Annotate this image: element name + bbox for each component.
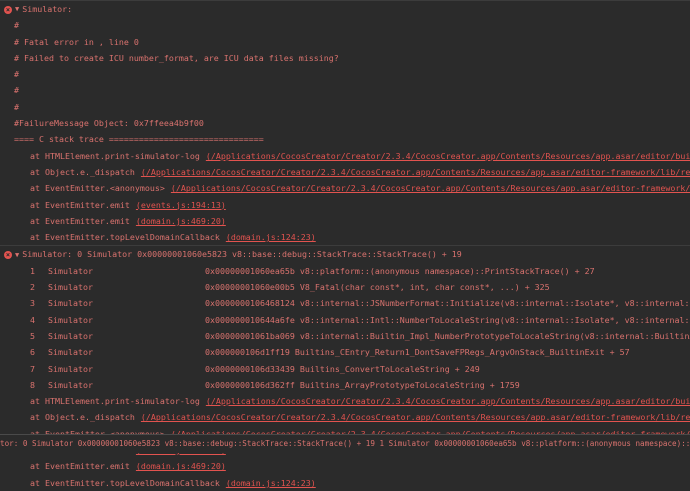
frame-number: 7 — [30, 363, 35, 374]
trace-source-link[interactable]: (domain.js:469:20) — [136, 461, 226, 471]
frame-detail: 0x00000001061ba069 v8::internal::Builtin… — [205, 330, 690, 341]
frame-module: Simulator — [48, 379, 93, 390]
trace-line: at EventEmitter.<anonymous> (/Application… — [0, 180, 690, 196]
frame-detail: 0x00000001060ea65b v8::platform::(anonym… — [205, 265, 595, 276]
trace-line: at Object.e._dispatch (/Applications/Coco… — [0, 164, 690, 180]
trace-fn: at EventEmitter.<anonymous> — [30, 183, 165, 194]
stack-frame: 3 Simulator 0x0000000106468124 v8::interna… — [0, 295, 690, 311]
frame-detail: 0x0000000106d33439 Builtins_ConvertToLoc… — [205, 363, 480, 374]
trace-line: at EventEmitter.emit (events.js:194:13) — [0, 197, 690, 213]
frame-number: 6 — [30, 347, 35, 358]
frame-number: 4 — [30, 314, 35, 325]
log-entry-error-2[interactable]: × ▼ Simulator: 0 Simulator 0x00000001060e5… — [0, 245, 690, 490]
trace-fn: at EventEmitter.topLevelDomainCallback — [30, 232, 220, 243]
log-line: ==== C stack trace =====================… — [14, 134, 264, 145]
trace-source-link[interactable]: (domain.js:469:20) — [136, 216, 226, 226]
frame-detail: 0x000000106d1ff19 Builtins_CEntry_Return… — [205, 347, 630, 358]
trace-source-link[interactable]: (/Applications/CocosCreator/Creator/2.3.… — [206, 151, 690, 161]
trace-source-link[interactable]: (domain.js:124:23) — [226, 232, 316, 242]
frame-module: Simulator — [48, 314, 93, 325]
stack-frame: 6 Simulator 0x000000106d1ff19 Builtins_CEn… — [0, 344, 690, 360]
trace-fn: at EventEmitter.emit — [30, 215, 130, 226]
trace-line: at EventEmitter.emit (domain.js:469:20) — [0, 458, 690, 474]
error-icon: × — [4, 250, 12, 259]
frame-detail: 0x000000010644a6fe v8::internal::Intl::N… — [205, 314, 690, 325]
trace-fn: at EventEmitter.emit — [30, 199, 130, 210]
log-entry-error-1[interactable]: × ▼ Simulator: # # Fatal error in , line 0… — [0, 0, 690, 245]
trace-source-link[interactable]: (/Applications/CocosCreator/Creator/2.3.… — [206, 396, 690, 406]
frame-number: 1 — [30, 265, 35, 276]
stack-frame: 2 Simulator 0x00000001060e00b5 V8_Fatal(ch… — [0, 279, 690, 295]
log-line: # Fatal error in , line 0 — [14, 36, 139, 47]
trace-source-link[interactable]: (domain.js:124:23) — [226, 478, 316, 488]
stack-frame: 5 Simulator 0x00000001061ba069 v8::interna… — [0, 328, 690, 344]
log-entry-header[interactable]: × ▼ Simulator: — [0, 1, 690, 17]
frame-module: Simulator — [48, 265, 93, 276]
frame-number: 3 — [30, 298, 35, 309]
frame-module: Simulator — [48, 363, 93, 374]
trace-source-link[interactable]: (/Applications/CocosCreator/Creator/2.3.… — [141, 167, 690, 177]
log-entry-header[interactable]: × ▼ Simulator: 0 Simulator 0x00000001060e5… — [0, 246, 690, 262]
log-line: # Failed to create ICU number_format, ar… — [14, 52, 339, 63]
frame-module: Simulator — [48, 298, 93, 309]
console-log: × ▼ Simulator: # # Fatal error in , line 0… — [0, 0, 690, 491]
log-line: # — [14, 85, 19, 96]
frame-module: Simulator — [48, 347, 93, 358]
trace-fn: at EventEmitter.topLevelDomainCallback — [30, 477, 220, 488]
trace-line: at HTMLElement.print-simulator-log (/Appl… — [0, 148, 690, 164]
trace-source-link[interactable]: (events.js:194:13) — [136, 200, 226, 210]
log-line: # — [14, 20, 19, 31]
chevron-down-icon[interactable]: ▼ — [15, 247, 19, 263]
trace-fn: at HTMLElement.print-simulator-log — [30, 150, 200, 161]
status-bar-log-summary[interactable]: tor: 0 Simulator 0x00000001060e5823 v8::… — [0, 434, 690, 453]
stack-frame: 1 Simulator 0x00000001060ea65b v8::platfor… — [0, 263, 690, 279]
frame-module: Simulator — [48, 282, 93, 293]
frame-number: 8 — [30, 379, 35, 390]
frame-detail: 0x00000001060e00b5 V8_Fatal(char const*,… — [205, 282, 550, 293]
log-title: Simulator: — [22, 4, 73, 14]
trace-line: at HTMLElement.print-simulator-log (/Appl… — [0, 393, 690, 409]
trace-source-link[interactable]: (/Applications/CocosCreator/Creator/2.3.… — [171, 183, 690, 193]
trace-line: at EventEmitter.topLevelDomainCallback (d… — [0, 229, 690, 245]
trace-fn: at EventEmitter.emit — [30, 461, 130, 472]
error-icon: × — [4, 5, 12, 14]
stack-frame: 8 Simulator 0x0000000106d362ff Builtins_Ar… — [0, 377, 690, 393]
trace-line: at EventEmitter.topLevelDomainCallback (d… — [0, 475, 690, 491]
stack-frame: 7 Simulator 0x0000000106d33439 Builtins_Co… — [0, 361, 690, 377]
stack-frame: 4 Simulator 0x000000010644a6fe v8::interna… — [0, 312, 690, 328]
frame-detail: 0x0000000106468124 v8::internal::JSNumbe… — [205, 298, 690, 309]
frame-module: Simulator — [48, 330, 93, 341]
log-line: # — [14, 101, 19, 112]
frame-number: 2 — [30, 282, 35, 293]
log-line: #FailureMessage Object: 0x7ffeea4b9f00 — [14, 118, 204, 129]
frame-number: 5 — [30, 330, 35, 341]
trace-line: at Object.e._dispatch (/Applications/Coco… — [0, 409, 690, 425]
trace-fn: at Object.e._dispatch — [30, 412, 135, 423]
trace-source-link[interactable]: (/Applications/CocosCreator/Creator/2.3.… — [141, 412, 690, 422]
log-line: # — [14, 69, 19, 80]
trace-line: at EventEmitter.emit (domain.js:469:20) — [0, 213, 690, 229]
chevron-down-icon[interactable]: ▼ — [15, 1, 19, 17]
trace-fn: at HTMLElement.print-simulator-log — [30, 396, 200, 407]
trace-fn: at Object.e._dispatch — [30, 166, 135, 177]
frame-detail: 0x0000000106d362ff Builtins_ArrayPrototy… — [205, 379, 520, 390]
log-title: Simulator: 0 Simulator 0x00000001060e582… — [22, 249, 462, 260]
